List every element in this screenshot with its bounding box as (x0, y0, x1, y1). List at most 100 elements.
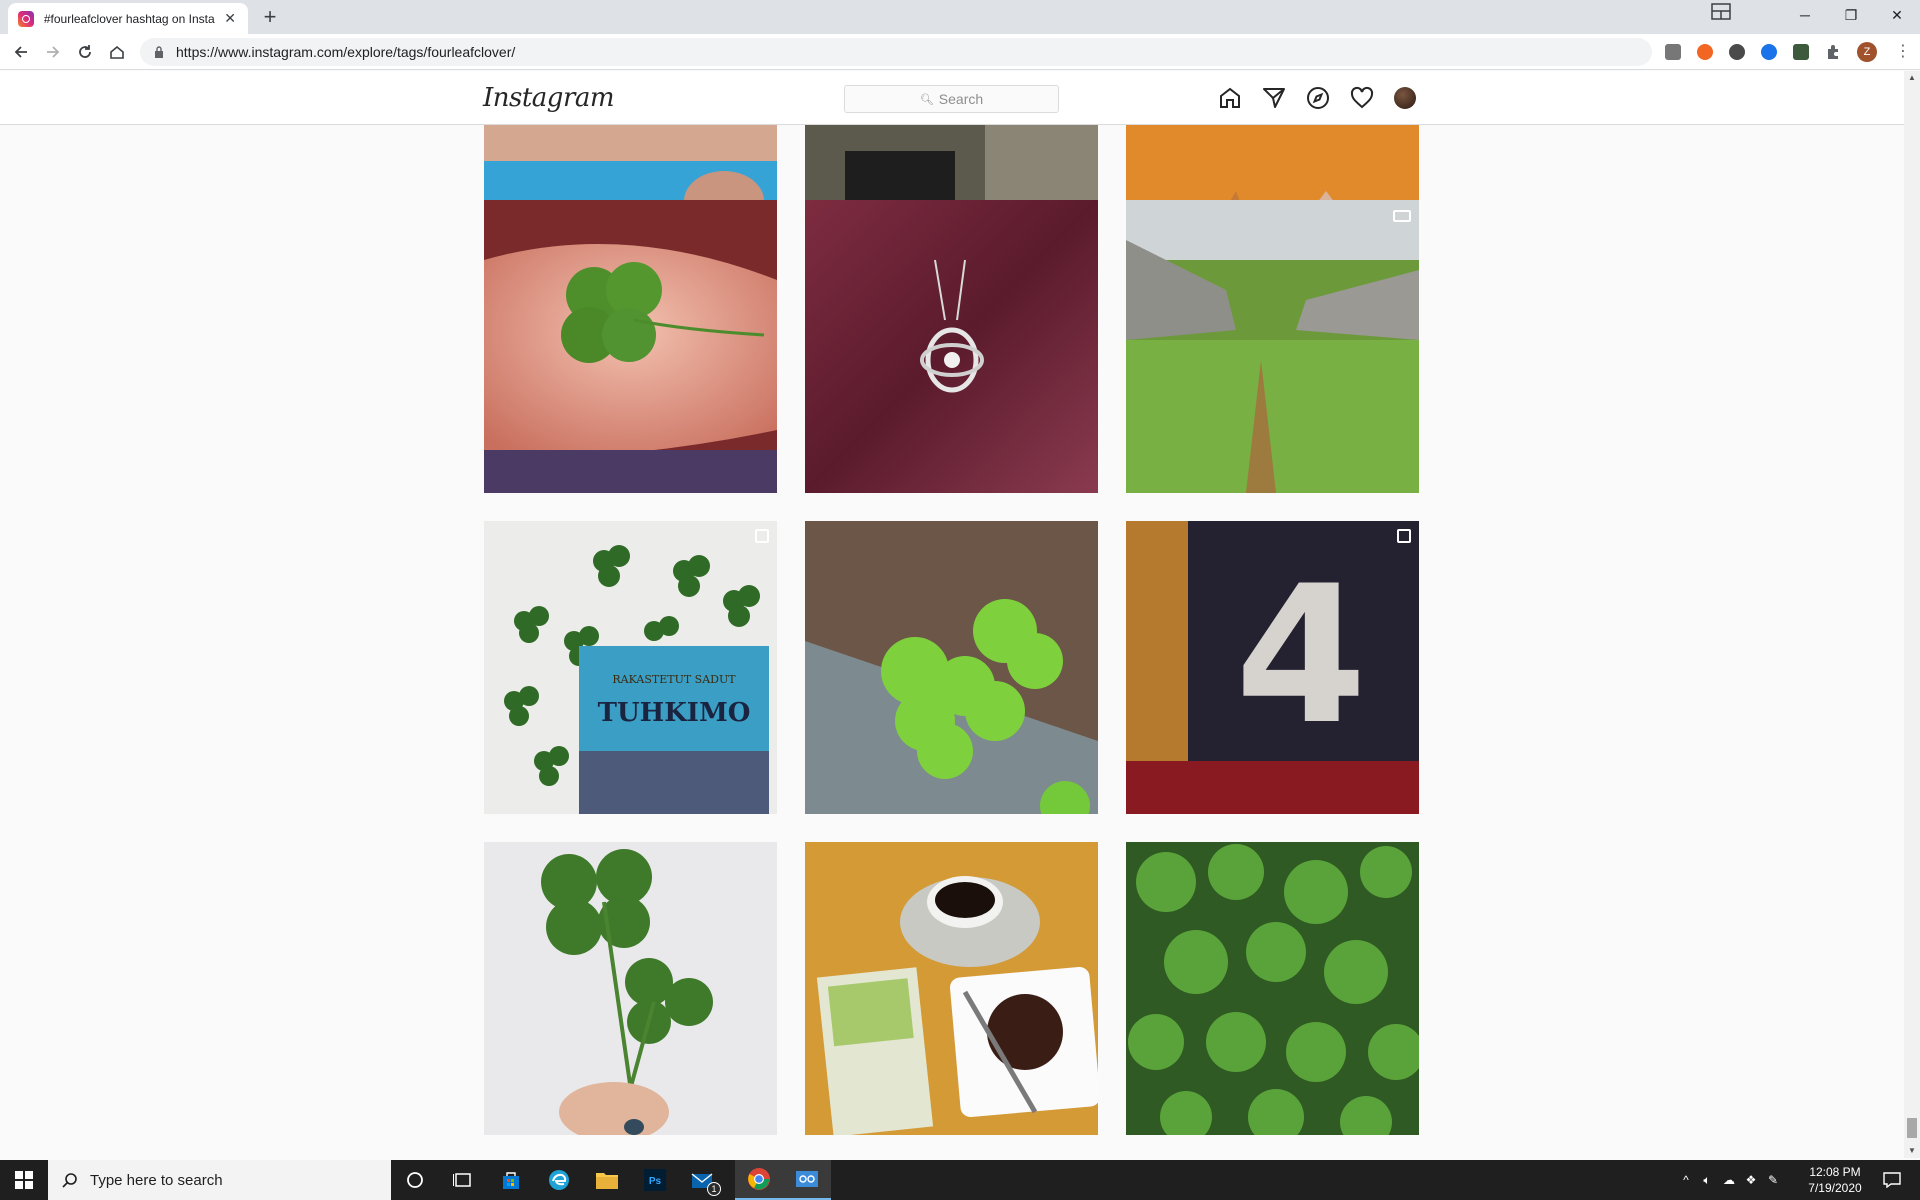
scrollbar-thumb[interactable] (1907, 1118, 1917, 1138)
start-button[interactable] (0, 1160, 48, 1200)
explore-compass-icon[interactable] (1306, 86, 1330, 110)
taskbar-chrome[interactable] (735, 1160, 783, 1200)
taskbar-photoshop[interactable]: Ps (631, 1160, 679, 1200)
svg-text:4: 4 (1235, 545, 1367, 766)
post-thumbnail[interactable] (484, 842, 777, 1135)
profile-avatar[interactable]: Z (1857, 42, 1877, 62)
store-bag-icon (503, 1172, 519, 1189)
post-image (805, 200, 1098, 493)
windows-logo-icon (15, 1171, 33, 1189)
user-avatar[interactable] (1394, 87, 1416, 109)
post-image (1126, 200, 1419, 493)
multiple-photos-badge-icon (1397, 529, 1411, 543)
browser-toolbar: https://www.instagram.com/explore/tags/f… (0, 34, 1920, 70)
menu-kebab-icon[interactable]: ⋮ (1893, 42, 1913, 62)
forward-button[interactable] (41, 40, 65, 64)
windows-taskbar: Type here to search Ps 1 ^ 🔈︎ ☁︎ ❖ ✎ 12:… (0, 1160, 1920, 1200)
lock-icon (155, 46, 163, 58)
dropbox-icon[interactable]: ❖ (1740, 1173, 1762, 1187)
instagram-header: Instagram 🔍︎ Search (0, 71, 1904, 125)
post-image: RAKASTETUT SADUT TUHKIMO (484, 521, 777, 814)
post-image (484, 842, 777, 1135)
home-icon[interactable] (1218, 86, 1242, 110)
snipping-tool-icon (796, 1171, 818, 1187)
search-icon (62, 1173, 77, 1188)
post-image (805, 842, 1098, 1135)
extensions-puzzle-icon[interactable] (1825, 44, 1841, 60)
reload-icon (79, 45, 91, 58)
reload-button[interactable] (73, 40, 97, 64)
taskbar-clock[interactable]: 12:08 PM 7/19/2020 (1790, 1164, 1880, 1196)
page-scrollbar[interactable]: ▲ ▼ (1904, 71, 1920, 1158)
search-placeholder: Search (938, 91, 984, 107)
task-view-icon (453, 1173, 471, 1187)
taskbar-search-placeholder: Type here to search (90, 1171, 223, 1189)
scroll-down-arrow-icon[interactable]: ▼ (1908, 1146, 1916, 1155)
post-image (1126, 842, 1419, 1135)
folder-icon (596, 1173, 618, 1189)
cortana-circle-icon (407, 1172, 423, 1188)
post-thumbnail[interactable]: RAKASTETUT SADUT TUHKIMO (484, 521, 777, 814)
mail-badge: 1 (707, 1182, 721, 1196)
tab-title: #fourleafclover hashtag on Insta (43, 11, 215, 26)
multiple-photos-badge-icon (755, 529, 769, 543)
book-series-text: RAKASTETUT SADUT (612, 673, 736, 686)
taskbar-snipping-tool[interactable] (783, 1160, 831, 1200)
taskbar-edge[interactable] (535, 1160, 583, 1200)
activity-heart-icon[interactable] (1350, 86, 1374, 110)
browser-tab[interactable]: #fourleafclover hashtag on Insta ✕ (8, 3, 248, 34)
post-thumbnail[interactable] (805, 842, 1098, 1135)
notification-icon (1883, 1172, 1901, 1188)
url-text: https://www.instagram.com/explore/tags/f… (176, 44, 516, 60)
show-hidden-icons-chevron-icon[interactable]: ^ (1676, 1173, 1696, 1187)
instagram-logo[interactable]: Instagram (483, 83, 615, 113)
search-icon: 🔍︎ (919, 93, 934, 106)
back-arrow-icon (14, 46, 27, 58)
instagram-search-input[interactable]: 🔍︎ Search (844, 85, 1059, 113)
post-thumbnail[interactable] (484, 200, 777, 493)
extension-g-icon[interactable] (1665, 44, 1681, 60)
taskbar-store[interactable] (487, 1160, 535, 1200)
chrome-icon (748, 1168, 770, 1190)
cortana-button[interactable] (391, 1160, 439, 1200)
task-view-button[interactable] (439, 1160, 487, 1200)
taskbar-file-explorer[interactable] (583, 1160, 631, 1200)
post-image: 4 (1126, 521, 1419, 814)
extension-blue-icon[interactable] (1761, 44, 1777, 60)
direct-messages-icon[interactable] (1262, 86, 1286, 110)
extension-orange-icon[interactable] (1697, 44, 1713, 60)
explore-tag-feed: RAKASTETUT SADUT TUHKIMO 4 (0, 71, 1904, 1158)
post-thumbnail[interactable]: 4 (1126, 521, 1419, 814)
post-image (484, 200, 777, 493)
extension-circle-icon[interactable] (1729, 44, 1745, 60)
instagram-favicon-icon (18, 10, 34, 27)
tab-search-icon[interactable] (1710, 2, 1732, 22)
onedrive-cloud-icon[interactable]: ☁︎ (1718, 1173, 1740, 1187)
taskbar-mail[interactable]: 1 (679, 1160, 727, 1200)
taskbar-search-box[interactable]: Type here to search (48, 1160, 391, 1200)
back-button[interactable] (9, 40, 33, 64)
clock-time: 12:08 PM (1809, 1165, 1861, 1179)
edge-browser-icon (549, 1170, 569, 1190)
pen-ink-icon[interactable]: ✎ (1762, 1173, 1784, 1187)
action-center-button[interactable] (1872, 1160, 1912, 1200)
address-bar[interactable]: https://www.instagram.com/explore/tags/f… (140, 38, 1652, 66)
scroll-up-arrow-icon[interactable]: ▲ (1908, 73, 1916, 82)
close-window-button[interactable]: ✕ (1874, 0, 1920, 30)
volume-icon[interactable]: 🔈︎ (1696, 1173, 1718, 1188)
home-button[interactable] (105, 40, 129, 64)
new-tab-button[interactable]: + (258, 6, 282, 30)
system-tray: ^ 🔈︎ ☁︎ ❖ ✎ (1676, 1160, 1784, 1200)
post-thumbnail[interactable] (805, 200, 1098, 493)
svg-text:Ps: Ps (649, 1176, 662, 1187)
clock-date: 7/19/2020 (1808, 1181, 1862, 1195)
post-thumbnail[interactable] (1126, 842, 1419, 1135)
home-icon (110, 45, 124, 59)
post-thumbnail[interactable] (805, 521, 1098, 814)
restore-button[interactable]: ❐ (1828, 0, 1874, 30)
minimize-button[interactable]: ─ (1782, 0, 1828, 30)
extension-photo-icon[interactable] (1793, 44, 1809, 60)
photoshop-icon: Ps (644, 1169, 666, 1191)
post-thumbnail[interactable] (1126, 200, 1419, 493)
tab-close-icon[interactable]: ✕ (222, 10, 238, 27)
